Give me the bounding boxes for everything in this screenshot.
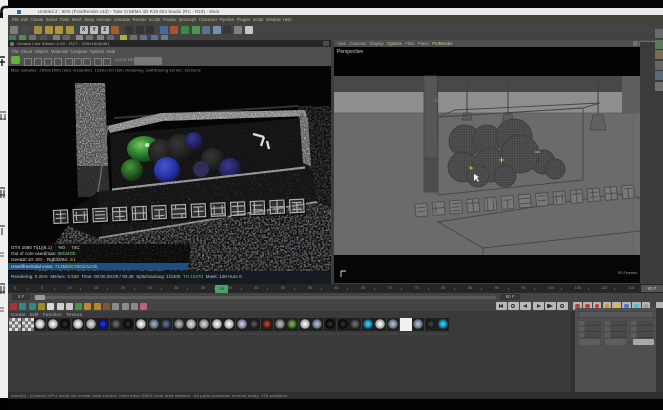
svg-text:Max samples: 2000x1000 (set): Max samples: 2000x1000 (set) resolution:… — [11, 68, 201, 73]
svg-text:90 Frames: 90 Frames — [618, 270, 637, 275]
svg-text:Perspective: Perspective — [337, 49, 363, 55]
